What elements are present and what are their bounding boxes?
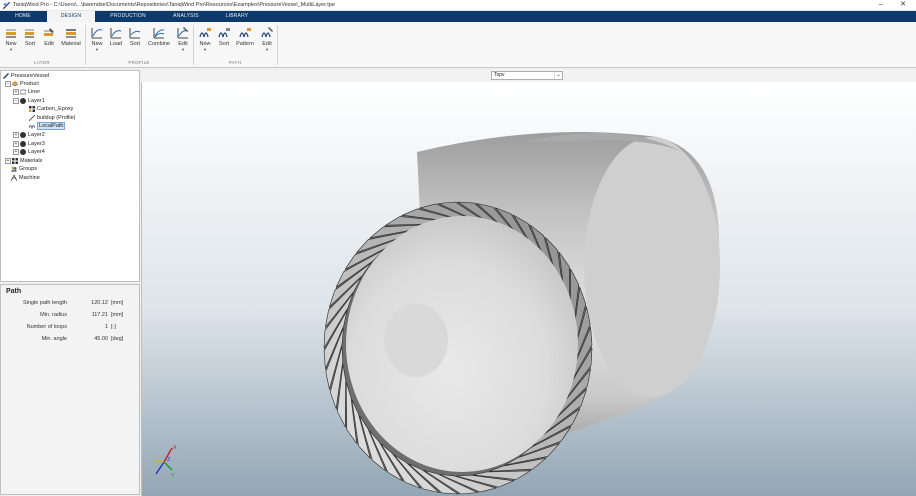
property-row: Number of loops 1 [-]	[26, 324, 116, 330]
minimize-button[interactable]: –	[874, 0, 888, 10]
path-icon	[29, 124, 35, 129]
tree-item-buildup-profile[interactable]: buildup (Profile)	[29, 114, 76, 122]
tree-item-pressurevessel[interactable]: PressureVessel	[3, 72, 49, 80]
dropdown-caret-icon: ▼	[181, 47, 185, 52]
edit-icon	[261, 27, 273, 38]
vessel-end-face	[346, 216, 578, 472]
profile-edit-button[interactable]: Edit ▼	[172, 26, 194, 56]
group-separator	[277, 25, 278, 65]
app-logo-icon	[2, 1, 11, 10]
profile-sort-button[interactable]: Sort	[124, 26, 146, 56]
groups-icon	[11, 166, 17, 172]
axis-label-y: Y	[171, 473, 175, 479]
expand-toggle[interactable]: +	[13, 131, 19, 138]
layer-icon	[20, 140, 26, 147]
layer-edit-button[interactable]: Edit	[38, 26, 60, 56]
group-label-path: PATH	[228, 60, 242, 65]
tab-production[interactable]: PRODUCTION	[100, 11, 156, 22]
chevron-down-icon[interactable]: ⌄	[554, 72, 562, 79]
tab-design[interactable]: DESIGN	[47, 11, 95, 22]
dropdown-caret-icon: ▼	[265, 47, 269, 52]
property-row: Min. angle 45.00 [deg]	[41, 336, 124, 342]
combine-icon	[153, 28, 165, 39]
expand-toggle[interactable]: +	[13, 148, 19, 155]
ribbon-panel: New ▼ Sort Edit Material LAYER New ▼ Load …	[0, 22, 916, 68]
material-icon	[29, 105, 35, 112]
axis-label-x: X	[173, 445, 177, 451]
materials-icon	[12, 157, 18, 164]
properties-title: Path	[6, 288, 22, 295]
view-mode-select[interactable]: Topv ⌄	[491, 71, 563, 80]
project-tree-panel: PressureVessel − Product + Liner − Layer1 C…	[0, 70, 140, 282]
tree-item-materials[interactable]: + Materials	[5, 157, 42, 165]
edit-icon	[44, 28, 54, 36]
axis-triad: X Z Y	[153, 445, 177, 479]
expand-toggle[interactable]: +	[13, 88, 19, 95]
tree-item-layer3[interactable]: + Layer3	[13, 140, 45, 148]
properties-panel: Path Single path length 120.12 [mm] Min.…	[0, 284, 140, 495]
layer-icon	[20, 97, 26, 104]
tree-item-layer1[interactable]: − Layer1	[13, 97, 45, 105]
group-label-layer: LAYER	[34, 60, 50, 65]
edit-icon	[177, 27, 189, 39]
tree-item-layer2[interactable]: + Layer2	[13, 131, 45, 139]
new-path-icon	[199, 28, 211, 38]
collapse-toggle[interactable]: −	[13, 97, 19, 104]
material-icon	[66, 29, 76, 38]
machine-icon	[11, 174, 17, 181]
render-canvas[interactable]: X Z Y	[141, 82, 916, 496]
expand-toggle[interactable]: +	[13, 140, 19, 147]
property-row: Single path length 120.12 [mm]	[22, 300, 124, 306]
title-bar: TaniqWind Pro - C:\Users\...\barendse\Do…	[0, 0, 916, 11]
selected-tree-label: LocalPath	[37, 122, 66, 130]
sort-icon	[25, 29, 34, 38]
path-pattern-button[interactable]: Pattern	[233, 26, 257, 56]
ribbon-tab-bar: HOME DESIGN PRODUCTION ANALYSIS LIBRARY	[0, 11, 916, 22]
tree-item-groups[interactable]: Groups	[11, 165, 37, 173]
view-mode-value: Topv	[494, 72, 505, 78]
liner-icon	[20, 89, 26, 94]
close-button[interactable]: ✕	[896, 0, 910, 10]
profile-combine-button[interactable]: Combine	[146, 26, 172, 56]
tree-item-product[interactable]: − Product	[5, 80, 39, 88]
sort-icon	[129, 28, 141, 39]
tree-item-liner[interactable]: + Liner	[13, 88, 40, 96]
sort-icon	[218, 28, 230, 38]
vessel-boss	[384, 303, 448, 377]
pattern-icon	[239, 28, 251, 38]
product-icon	[12, 80, 18, 87]
profile-icon	[29, 114, 35, 121]
layer-material-button[interactable]: Material	[60, 26, 82, 56]
project-icon	[3, 72, 9, 79]
new-layer-icon	[6, 29, 16, 38]
group-label-profile: PROFILE	[128, 60, 150, 65]
load-icon	[110, 28, 122, 39]
layer-icon	[20, 131, 26, 138]
collapse-toggle[interactable]: −	[5, 80, 11, 87]
new-profile-icon	[91, 28, 103, 39]
tree-item-layer4[interactable]: + Layer4	[13, 148, 45, 156]
3d-viewport: Topv ⌄ X Z Y	[141, 70, 916, 496]
path-sort-button[interactable]: Sort	[213, 26, 235, 56]
expand-toggle[interactable]: +	[5, 157, 11, 164]
tree-item-localpath[interactable]: LocalPath	[29, 122, 66, 130]
tree-item-carbon-epoxy[interactable]: Carbon_Epoxy	[29, 105, 73, 113]
vessel-dome	[584, 137, 720, 397]
path-edit-button[interactable]: Edit ▼	[256, 26, 278, 56]
tree-item-machine[interactable]: Machine	[11, 174, 40, 182]
tab-library[interactable]: LIBRARY	[216, 11, 258, 22]
vessel-render: X Z Y	[153, 132, 720, 495]
property-row: Min. radius 117.21 [mm]	[40, 312, 124, 318]
layer-icon	[20, 148, 26, 155]
tab-analysis[interactable]: ANALYSIS	[160, 11, 212, 22]
window-title: TaniqWind Pro - C:\Users\...\barendse\Do…	[13, 2, 335, 8]
axis-label-z: Z	[167, 457, 171, 463]
tab-home[interactable]: HOME	[4, 11, 42, 22]
